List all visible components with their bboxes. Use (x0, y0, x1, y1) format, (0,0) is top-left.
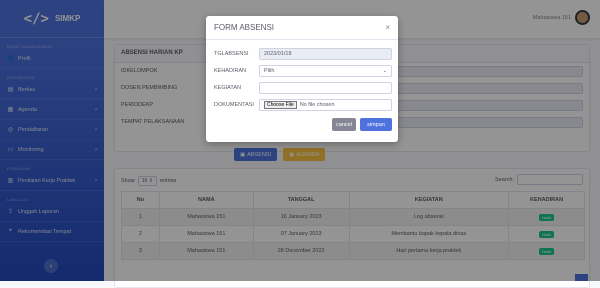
tglabsensi-field[interactable]: 2023/01/18 (259, 48, 392, 60)
choose-file-button[interactable]: Choose File (264, 101, 297, 109)
close-icon[interactable]: × (385, 23, 390, 32)
no-file-label: No file chosen (299, 102, 335, 108)
form-absensi-modal: FORM ABSENSI × TGLABSENSI 2023/01/18 KEH… (206, 16, 398, 142)
kegiatan-input[interactable] (259, 82, 392, 94)
chevron-down-icon: ⌄ (382, 68, 387, 74)
dokumentasi-label: DOKUMENTASI (214, 102, 254, 108)
tglabsensi-label: TGLABSENSI (214, 51, 249, 57)
kehadiran-select[interactable]: Pilih ⌄ (259, 65, 392, 77)
modal-header: FORM ABSENSI × (206, 16, 398, 40)
kegiatan-label: KEGIATAN (214, 85, 241, 91)
cancel-button[interactable]: cancel (332, 118, 356, 131)
modal-title: FORM ABSENSI (214, 23, 275, 32)
dokumentasi-file-input[interactable]: Choose File No file chosen (259, 99, 392, 111)
kehadiran-label: KEHADIRAN (214, 68, 247, 74)
kehadiran-value: Pilih (264, 68, 275, 74)
tglabsensi-value: 2023/01/18 (264, 51, 292, 57)
simpan-button[interactable]: simpan (360, 118, 392, 131)
